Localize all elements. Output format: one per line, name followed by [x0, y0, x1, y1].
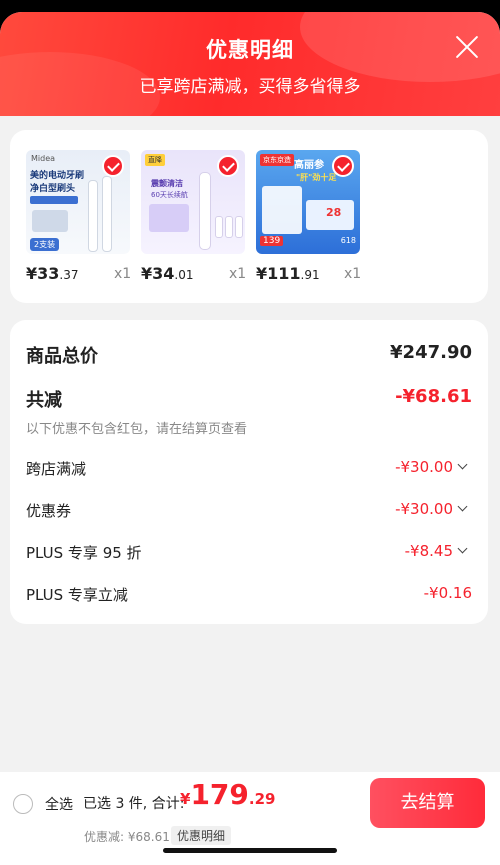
- product-title-line: 高丽参: [294, 160, 324, 171]
- product-image[interactable]: 京东京造 高丽参 "肝"劲十足 28 139 618: [256, 150, 360, 254]
- discount-note: 以下优惠不包含红包，请在结算页查看: [26, 422, 248, 437]
- total-value: ¥247.90: [390, 342, 472, 363]
- product-badge: 2支装: [30, 238, 60, 251]
- product-price: ¥33.37: [26, 264, 79, 283]
- product-item[interactable]: Midea 美的电动牙刷 净白型刷头 2支装 ¥33.37 x1: [26, 150, 131, 283]
- toothbrush-shape: [88, 180, 98, 252]
- discount-value: -¥8.45: [405, 542, 468, 560]
- product-price-tag: 139: [260, 236, 284, 246]
- brush-head: [235, 216, 243, 238]
- product-price: ¥111.91: [256, 264, 320, 283]
- discount-summary: 优惠减: ¥68.61: [84, 830, 170, 844]
- product-quantity: x1: [229, 266, 247, 282]
- chevron-down-icon[interactable]: [457, 459, 468, 470]
- total-row: 商品总价 ¥247.90: [26, 342, 472, 367]
- product-visual: [32, 210, 68, 232]
- discount-label: 优惠券: [26, 502, 72, 520]
- reduce-row: 共减 -¥68.61: [26, 386, 472, 411]
- product-title-line: 净白型刷头: [30, 184, 76, 194]
- discount-label: 跨店满减: [26, 460, 87, 478]
- product-visual: [149, 204, 189, 232]
- discount-label: PLUS 专享立减: [26, 586, 128, 604]
- discount-value: -¥30.00: [395, 500, 468, 518]
- toothbrush-shape: [102, 176, 112, 252]
- product-title-line: "肝"劲十足: [296, 173, 337, 182]
- discount-row[interactable]: 跨店满减 -¥30.00: [26, 458, 472, 480]
- product-tag: [30, 196, 78, 204]
- discount-value: -¥0.16: [423, 584, 472, 602]
- discount-row[interactable]: 优惠券 -¥30.00: [26, 500, 472, 522]
- selected-check-icon[interactable]: [217, 155, 239, 177]
- select-all-label[interactable]: 全选: [45, 794, 73, 814]
- close-icon[interactable]: [454, 34, 480, 60]
- product-image[interactable]: 直降 震颤清洁 60天长续航: [141, 150, 245, 254]
- total-label: 商品总价: [26, 346, 98, 367]
- product-item[interactable]: 直降 震颤清洁 60天长续航 ¥34.01 x1: [141, 150, 246, 283]
- product-quantity: x1: [114, 266, 132, 282]
- sheet-header: 优惠明细 已享跨店满减，买得多省得多: [0, 12, 500, 116]
- product-title-line: 美的电动牙刷: [30, 171, 85, 181]
- reduce-value: -¥68.61: [395, 386, 472, 407]
- product-list: Midea 美的电动牙刷 净白型刷头 2支装 ¥33.37 x1 直降 震颤清洁…: [10, 130, 488, 303]
- discount-label: PLUS 专享 95 折: [26, 544, 142, 562]
- discount-detail-sheet: 优惠明细 已享跨店满减，买得多省得多 Midea 美的电动牙刷 净白型刷头 2支…: [0, 12, 500, 865]
- select-all-radio[interactable]: [13, 794, 33, 814]
- selected-check-icon[interactable]: [102, 155, 124, 177]
- discount-note-row: 以下优惠不包含红包，请在结算页查看: [26, 418, 472, 438]
- product-title-line: 震颤清洁: [151, 179, 183, 188]
- product-title-line: 60天长续航: [151, 191, 188, 199]
- home-indicator: [163, 848, 337, 853]
- checkout-button[interactable]: 去结算: [370, 778, 485, 828]
- price-summary: 商品总价 ¥247.90 共减 -¥68.61 以下优惠不包含红包，请在结算页查…: [10, 320, 488, 624]
- product-brand: Midea: [31, 154, 56, 163]
- selected-check-icon[interactable]: [332, 155, 354, 177]
- product-quantity: x1: [344, 266, 362, 282]
- product-image[interactable]: Midea 美的电动牙刷 净白型刷头 2支装: [26, 150, 130, 254]
- chevron-down-icon[interactable]: [457, 543, 468, 554]
- discount-row: PLUS 专享立减 -¥0.16: [26, 584, 472, 606]
- product-badge: 618: [340, 236, 356, 245]
- discount-value: -¥30.00: [395, 458, 468, 476]
- discount-row[interactable]: PLUS 专享 95 折 -¥8.45: [26, 542, 472, 564]
- toothbrush-shape: [199, 172, 211, 250]
- product-visual: [262, 186, 302, 234]
- product-price: ¥34.01: [141, 264, 194, 283]
- product-price-tag: 28: [326, 206, 342, 219]
- chevron-down-icon[interactable]: [457, 501, 468, 512]
- discount-detail-tag[interactable]: 优惠明细: [171, 826, 232, 845]
- sheet-title: 优惠明细: [206, 38, 294, 62]
- total-amount: ¥179.29: [180, 778, 276, 811]
- selected-count: 已选 3 件, 合计:: [83, 796, 185, 812]
- sheet-subtitle: 已享跨店满减，买得多省得多: [139, 77, 361, 97]
- product-tag: 直降: [145, 154, 165, 166]
- brush-head: [225, 216, 233, 238]
- brush-head: [215, 216, 223, 238]
- product-item[interactable]: 京东京造 高丽参 "肝"劲十足 28 139 618 ¥111.91 x1: [256, 150, 361, 283]
- reduce-label: 共减: [26, 390, 62, 411]
- product-brand: 京东京造: [260, 154, 294, 166]
